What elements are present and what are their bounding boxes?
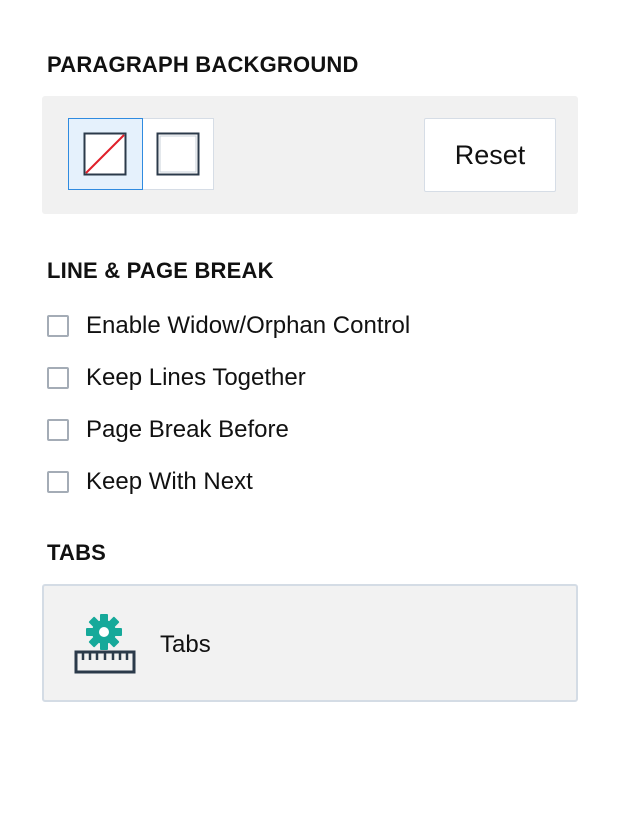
- checkbox[interactable]: [47, 419, 69, 441]
- line-page-break-heading: LINE & PAGE BREAK: [47, 258, 274, 283]
- option-label: Keep Lines Together: [86, 364, 306, 391]
- option-keep-lines-together[interactable]: Keep Lines Together: [47, 363, 306, 393]
- option-label: Page Break Before: [86, 416, 289, 443]
- white-color-swatch[interactable]: [142, 118, 214, 190]
- checkbox[interactable]: [47, 315, 69, 337]
- checkbox[interactable]: [47, 367, 69, 389]
- no-color-icon: [83, 132, 127, 176]
- format-panel: PARAGRAPH BACKGROUND Reset LINE & PAGE B…: [0, 0, 622, 834]
- no-color-swatch[interactable]: [68, 118, 143, 190]
- checkbox[interactable]: [47, 471, 69, 493]
- gear-ruler-icon: [74, 614, 136, 674]
- option-label: Enable Widow/Orphan Control: [86, 312, 411, 339]
- option-keep-with-next[interactable]: Keep With Next: [47, 467, 253, 497]
- paragraph-background-heading: PARAGRAPH BACKGROUND: [47, 52, 359, 77]
- reset-button[interactable]: Reset: [424, 118, 556, 192]
- white-square-icon: [156, 132, 200, 176]
- tabs-heading: TABS: [47, 540, 107, 565]
- option-label: Keep With Next: [86, 468, 253, 495]
- option-widow-orphan-control[interactable]: Enable Widow/Orphan Control: [47, 311, 410, 341]
- tabs-button-label: Tabs: [160, 631, 211, 658]
- paragraph-background-box: Reset: [42, 96, 578, 214]
- tabs-button[interactable]: Tabs: [42, 584, 578, 702]
- color-swatch-group: [68, 118, 214, 190]
- option-page-break-before[interactable]: Page Break Before: [47, 415, 289, 445]
